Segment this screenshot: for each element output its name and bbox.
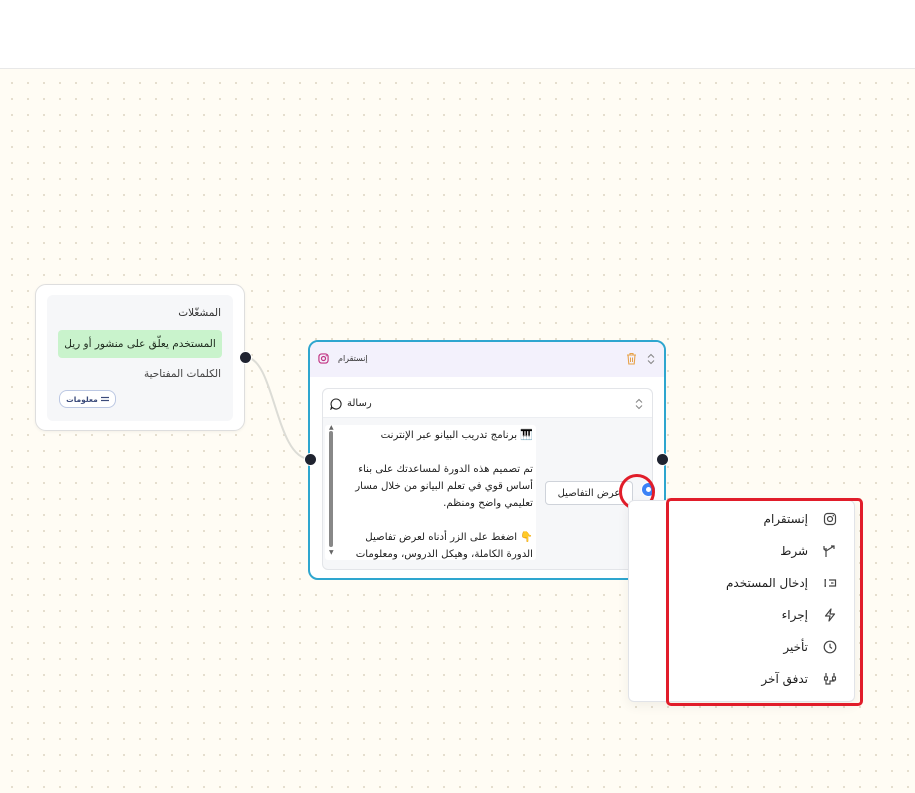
message-card-header <box>323 389 652 418</box>
equals-icon <box>100 396 109 402</box>
message-text-area[interactable]: ▲ ▼ 🎹 برنامج تدريب البيانو عبر الإنترنت … <box>325 425 536 560</box>
trigger-panel: المشغّلات المستخدم يعلّق على منشور أو ري… <box>47 295 233 421</box>
message-title: رسالة <box>347 398 372 409</box>
message-chevron-icon[interactable] <box>635 398 643 410</box>
info-chip[interactable]: معلومات <box>59 390 116 408</box>
instagram-output-handle[interactable] <box>656 453 669 466</box>
triggers-title: المشغّلات <box>178 307 221 319</box>
trigger-pill[interactable]: المستخدم يعلّق على منشور أو ريل <box>58 330 222 358</box>
instagram-node-title: إنستقرام <box>338 354 368 363</box>
trash-icon[interactable] <box>626 352 637 365</box>
instagram-node[interactable]: إنستقرام رسالة ▲ ▼ 🎹 برنامج تدريب البيان… <box>308 340 666 580</box>
instagram-icon <box>318 353 329 364</box>
trigger-node[interactable]: المشغّلات المستخدم يعلّق على منشور أو ري… <box>35 284 245 431</box>
message-bubble-icon <box>330 398 342 410</box>
info-chip-label: معلومات <box>66 394 98 404</box>
message-scrollbar[interactable] <box>329 431 333 547</box>
trigger-output-handle[interactable] <box>239 351 252 364</box>
menu-highlight-annotation <box>666 498 863 706</box>
scroll-down-icon[interactable]: ▼ <box>329 550 334 556</box>
instagram-input-handle[interactable] <box>304 453 317 466</box>
chevron-updown-icon[interactable] <box>647 353 655 365</box>
instagram-node-header: إنستقرام <box>310 342 664 377</box>
message-card[interactable]: رسالة ▲ ▼ 🎹 برنامج تدريب البيانو عبر الإ… <box>322 388 656 570</box>
message-text: 🎹 برنامج تدريب البيانو عبر الإنترنت تم ت… <box>355 430 533 560</box>
keywords-title: الكلمات المفتاحية <box>143 368 221 380</box>
